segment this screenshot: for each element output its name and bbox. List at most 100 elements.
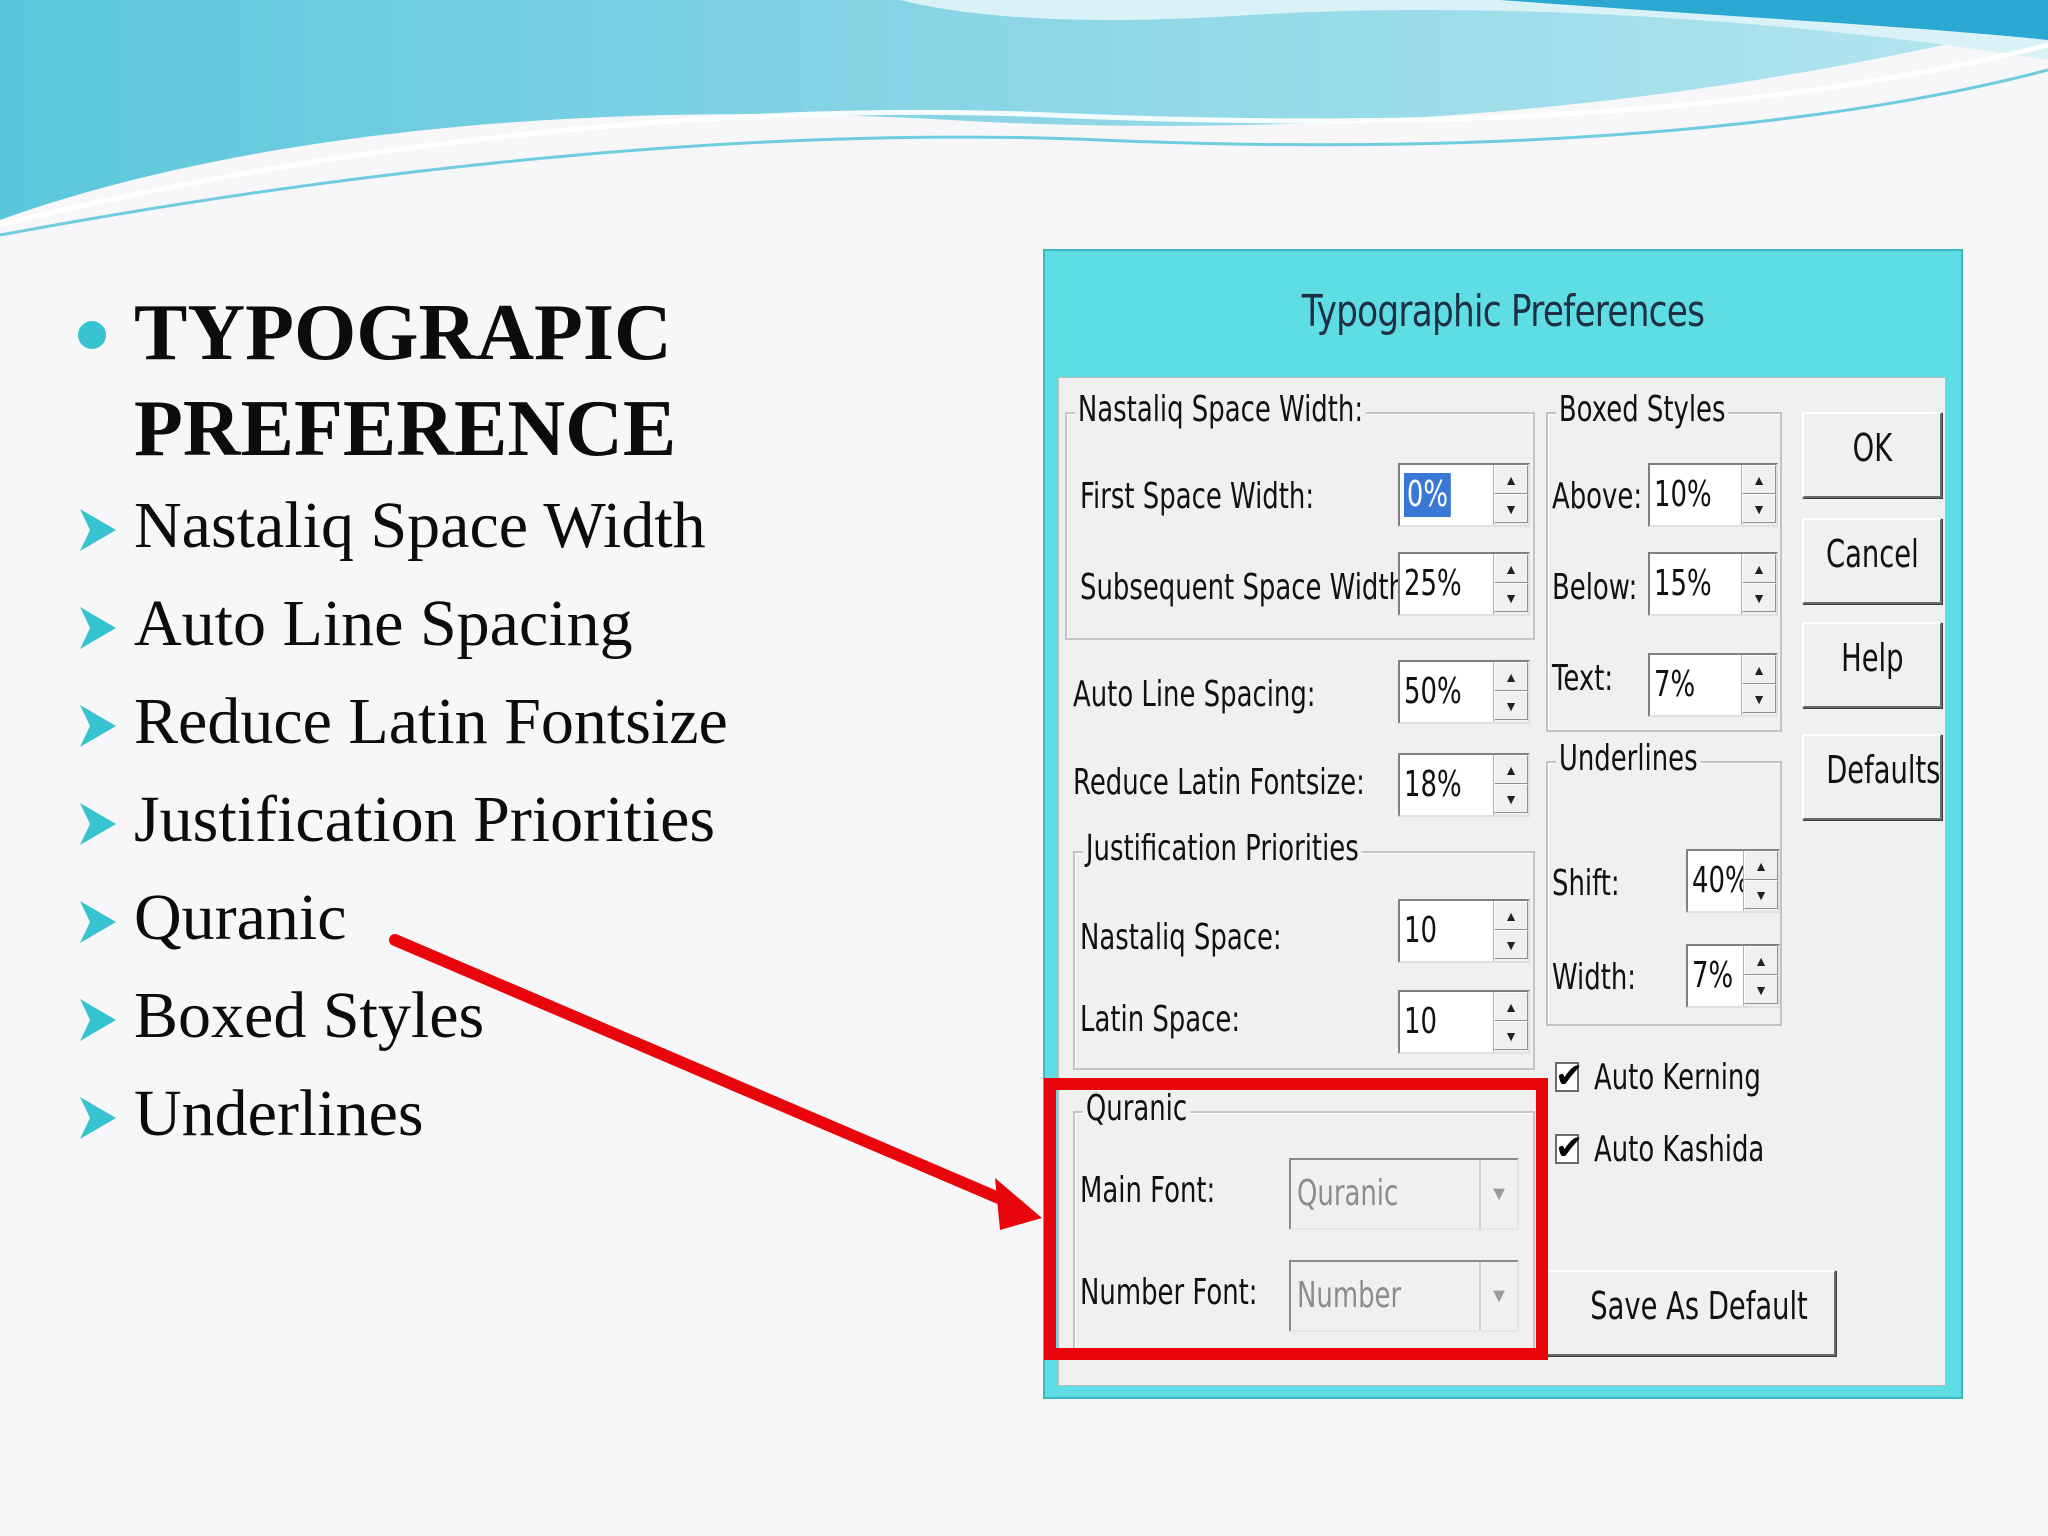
help-button[interactable]: Help <box>1802 622 1942 708</box>
heading-line-2: PREFERENCE <box>134 385 677 473</box>
spinner-value[interactable]: 7% <box>1654 663 1695 707</box>
spinner-value[interactable]: 0% <box>1404 473 1451 517</box>
spin-up-icon[interactable]: ▲ <box>1494 554 1528 583</box>
subsequent-space-width-spinner[interactable]: 25% ▲ ▼ <box>1398 552 1530 616</box>
cancel-button[interactable]: Cancel <box>1802 518 1942 604</box>
defaults-button-label: Defaults <box>1826 748 1941 792</box>
spin-up-icon[interactable]: ▲ <box>1494 465 1528 494</box>
spinner-value[interactable]: 10 <box>1404 909 1437 953</box>
spinner-value[interactable]: 40% <box>1692 859 1750 903</box>
cancel-button-label: Cancel <box>1825 532 1919 576</box>
spin-up-icon[interactable]: ▲ <box>1494 755 1528 784</box>
group-title: Nastaliq Space Width: <box>1075 388 1366 432</box>
spinner-buttons[interactable]: ▲ ▼ <box>1743 851 1778 911</box>
dialog-title: Typographic Preferences <box>1301 286 1705 337</box>
spin-down-icon[interactable]: ▼ <box>1744 975 1778 1004</box>
spinner-buttons[interactable]: ▲ ▼ <box>1741 655 1776 715</box>
spin-down-icon[interactable]: ▼ <box>1742 684 1776 713</box>
checkmark-icon: ✔ <box>1555 1128 1584 1168</box>
width-spinner[interactable]: 7% ▲ ▼ <box>1686 944 1780 1008</box>
spinner-value[interactable]: 25% <box>1404 562 1462 606</box>
nastaliq-space-label: Nastaliq Space: <box>1080 917 1282 958</box>
spin-down-icon[interactable]: ▼ <box>1742 494 1776 523</box>
spinner-value[interactable]: 10 <box>1404 1000 1437 1044</box>
spinner-buttons[interactable]: ▲ ▼ <box>1493 662 1528 722</box>
save-as-default-button[interactable]: Save As Default <box>1546 1270 1836 1356</box>
bullet-text: Nastaliq Space Width <box>134 489 706 562</box>
auto-kerning-label[interactable]: Auto Kerning <box>1594 1056 1761 1100</box>
spin-up-icon[interactable]: ▲ <box>1494 662 1528 691</box>
spin-down-icon[interactable]: ▼ <box>1494 691 1528 720</box>
arrow-bullet-icon <box>80 901 116 943</box>
reduce-latin-fontsize-label: Reduce Latin Fontsize: <box>1073 762 1365 803</box>
arrow-bullet-icon <box>80 509 116 551</box>
spin-up-icon[interactable]: ▲ <box>1494 901 1528 930</box>
spinner-buttons[interactable]: ▲ ▼ <box>1493 554 1528 614</box>
spinner-buttons[interactable]: ▲ ▼ <box>1493 465 1528 525</box>
spin-up-icon[interactable]: ▲ <box>1742 465 1776 494</box>
arrow-bullet-icon <box>80 607 116 649</box>
shift-spinner[interactable]: 40% ▲ ▼ <box>1686 849 1780 913</box>
bullet-text: Reduce Latin Fontsize <box>134 685 728 758</box>
heading-line-1: TYPOGRAPIC <box>134 289 672 377</box>
spinner-buttons[interactable]: ▲ ▼ <box>1743 946 1778 1006</box>
spin-down-icon[interactable]: ▼ <box>1494 784 1528 813</box>
first-space-width-spinner[interactable]: 0% ▲ ▼ <box>1398 463 1530 527</box>
spin-down-icon[interactable]: ▼ <box>1494 583 1528 612</box>
list-item: Justification Priorities <box>70 771 1020 869</box>
above-spinner[interactable]: 10% ▲ ▼ <box>1648 463 1778 527</box>
nastaliq-space-spinner[interactable]: 10 ▲ ▼ <box>1398 899 1530 963</box>
text-spinner[interactable]: 7% ▲ ▼ <box>1648 653 1778 717</box>
spin-up-icon[interactable]: ▲ <box>1744 851 1778 880</box>
bullet-text: Justification Priorities <box>134 783 716 856</box>
spin-down-icon[interactable]: ▼ <box>1744 880 1778 909</box>
round-bullet-icon <box>78 321 106 349</box>
spin-down-icon[interactable]: ▼ <box>1742 583 1776 612</box>
defaults-button[interactable]: Defaults <box>1802 734 1942 820</box>
spin-up-icon[interactable]: ▲ <box>1494 992 1528 1021</box>
spinner-value[interactable]: 7% <box>1692 954 1733 998</box>
slide-text-column: TYPOGRAPIC PREFERENCE Nastaliq Space Wid… <box>70 285 1020 1163</box>
spinner-value[interactable]: 50% <box>1404 670 1462 714</box>
ok-button[interactable]: OK <box>1802 412 1942 498</box>
spinner-value[interactable]: 18% <box>1404 763 1462 807</box>
spin-up-icon[interactable]: ▲ <box>1742 655 1776 684</box>
spinner-value[interactable]: 15% <box>1654 562 1712 606</box>
arrow-bullet-icon <box>80 705 116 747</box>
arrow-bullet-icon <box>80 1097 116 1139</box>
spin-down-icon[interactable]: ▼ <box>1494 494 1528 523</box>
auto-kerning-checkbox[interactable]: ✔ <box>1555 1056 1584 1096</box>
group-title: Justification Priorities <box>1083 827 1362 871</box>
arrow-bullet-icon <box>80 803 116 845</box>
reduce-latin-fontsize-spinner[interactable]: 18% ▲ ▼ <box>1398 753 1530 817</box>
spin-up-icon[interactable]: ▲ <box>1744 946 1778 975</box>
bullet-text: Underlines <box>134 1077 424 1150</box>
help-button-label: Help <box>1840 636 1904 680</box>
text-label: Text: <box>1552 658 1614 699</box>
spin-up-icon[interactable]: ▲ <box>1742 554 1776 583</box>
auto-kashida-checkbox[interactable]: ✔ <box>1555 1128 1584 1168</box>
spin-down-icon[interactable]: ▼ <box>1494 1021 1528 1050</box>
first-space-width-label: First Space Width: <box>1080 476 1315 517</box>
list-item: Reduce Latin Fontsize <box>70 673 1020 771</box>
list-item: Nastaliq Space Width <box>70 477 1020 575</box>
bullet-list: Nastaliq Space Width Auto Line Spacing R… <box>70 477 1020 1163</box>
auto-line-spacing-spinner[interactable]: 50% ▲ ▼ <box>1398 660 1530 724</box>
list-item: Boxed Styles <box>70 967 1020 1065</box>
list-item: Auto Line Spacing <box>70 575 1020 673</box>
below-spinner[interactable]: 15% ▲ ▼ <box>1648 552 1778 616</box>
checkmark-icon: ✔ <box>1555 1056 1584 1096</box>
spinner-buttons[interactable]: ▲ ▼ <box>1493 901 1528 961</box>
quranic-highlight-box <box>1044 1078 1548 1360</box>
header-wave-decoration <box>0 0 2048 237</box>
spinner-value[interactable]: 10% <box>1654 473 1712 517</box>
latin-space-spinner[interactable]: 10 ▲ ▼ <box>1398 990 1530 1054</box>
spinner-buttons[interactable]: ▲ ▼ <box>1493 992 1528 1052</box>
spinner-buttons[interactable]: ▲ ▼ <box>1741 465 1776 525</box>
spin-down-icon[interactable]: ▼ <box>1494 930 1528 959</box>
latin-space-label: Latin Space: <box>1080 999 1241 1040</box>
auto-kashida-label[interactable]: Auto Kashida <box>1594 1128 1764 1172</box>
spinner-buttons[interactable]: ▲ ▼ <box>1741 554 1776 614</box>
save-as-default-button-label: Save As Default <box>1590 1284 1808 1328</box>
spinner-buttons[interactable]: ▲ ▼ <box>1493 755 1528 815</box>
